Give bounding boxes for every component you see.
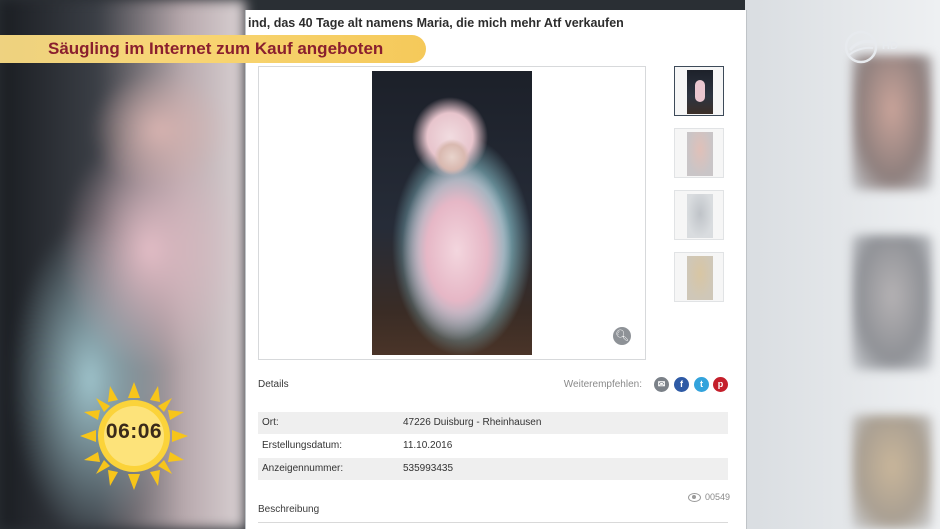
listing-title: ind, das 40 Tage alt namens Maria, die m…: [248, 16, 624, 30]
clock-display: 06:06: [105, 420, 163, 443]
details-header: Details Weiterempfehlen: ✉ f t p: [258, 372, 728, 396]
hd-badge: HD: [882, 40, 898, 52]
description-label: Beschreibung: [258, 504, 320, 515]
thumbnail-image: [687, 70, 713, 114]
detail-row-location: Ort: 47226 Duisburg - Rheinhausen: [258, 412, 728, 434]
baby-photo[interactable]: [372, 71, 532, 355]
divider: [258, 522, 728, 523]
thumbnail-image: [687, 132, 713, 176]
view-count: 00549: [704, 492, 730, 502]
detail-value: 47226 Duisburg - Rheinhausen: [403, 417, 542, 428]
thumbnail-strip: [674, 66, 728, 314]
view-counter: 00549: [687, 492, 730, 503]
detail-value: 11.10.2016: [403, 440, 453, 451]
headline-text: Säugling im Internet zum Kauf angeboten: [48, 39, 384, 58]
twitter-icon[interactable]: t: [694, 377, 709, 392]
detail-value: 535993435: [403, 463, 454, 474]
listing-page: ind, das 40 Tage alt namens Maria, die m…: [245, 10, 747, 529]
photo-gallery: 🔍︎: [258, 66, 646, 360]
blurred-thumbnail: [852, 235, 932, 370]
pinterest-icon[interactable]: p: [713, 377, 728, 392]
blurred-thumbnail: [852, 55, 932, 190]
mail-icon[interactable]: ✉: [654, 377, 669, 392]
detail-key: Ort:: [262, 417, 279, 428]
share-label: Weiterempfehlen:: [563, 379, 642, 390]
thumbnail-4[interactable]: [674, 252, 724, 302]
thumbnail-image: [687, 194, 713, 238]
channel-logo-icon: [844, 30, 878, 64]
thumbnail-image: [687, 256, 713, 300]
detail-key: Erstellungsdatum:: [262, 440, 343, 451]
detail-row-date: Erstellungsdatum: 11.10.2016: [258, 435, 728, 457]
magnifier-icon[interactable]: 🔍︎: [613, 327, 631, 345]
thumbnail-2[interactable]: [674, 128, 724, 178]
facebook-icon[interactable]: f: [674, 377, 689, 392]
detail-row-ad-number: Anzeigennummer: 535993435: [258, 458, 728, 480]
thumbnail-3[interactable]: [674, 190, 724, 240]
thumbnail-1[interactable]: [674, 66, 724, 116]
details-label: Details: [258, 379, 289, 390]
eye-icon: [687, 493, 701, 503]
blurred-thumbnail: [852, 415, 932, 529]
detail-key: Anzeigennummer:: [262, 463, 344, 474]
headline-banner: Säugling im Internet zum Kauf angeboten: [0, 35, 426, 63]
